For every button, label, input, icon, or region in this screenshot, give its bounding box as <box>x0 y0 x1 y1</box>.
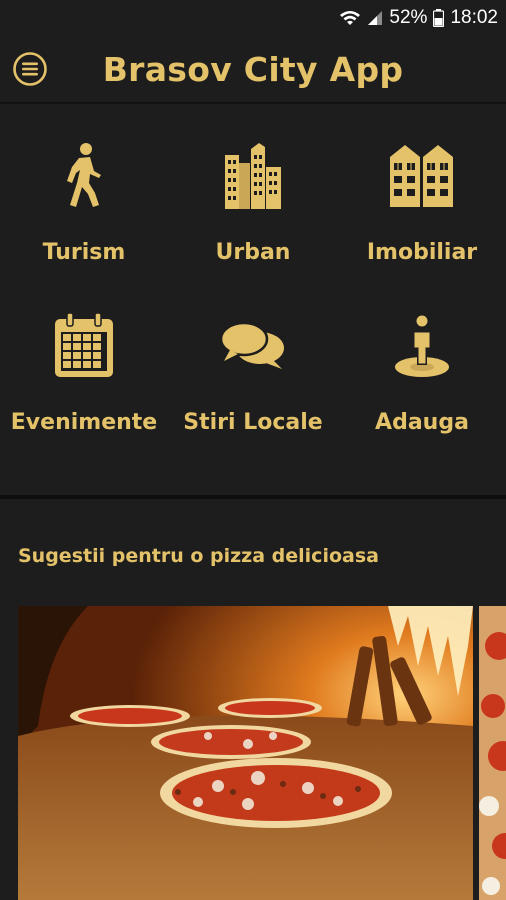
chat-bubbles-icon <box>169 321 337 371</box>
pizza-suggestion-card-2[interactable] <box>479 606 506 900</box>
status-bar: 52% 18:02 <box>0 0 506 36</box>
category-label: Imobiliar <box>366 240 478 265</box>
wifi-icon <box>339 10 361 26</box>
category-imobiliar[interactable]: Imobiliar <box>338 103 506 271</box>
category-label: Stiri Locale <box>183 410 323 435</box>
calendar-icon <box>0 313 168 379</box>
walking-person-icon <box>0 143 168 209</box>
category-grid: Turism Urban Imobiliar Evenimente Stiri … <box>0 103 506 495</box>
pizza-suggestion-card[interactable] <box>18 606 473 900</box>
app-bar: Brasov City App <box>0 36 506 104</box>
category-adauga[interactable]: Adauga <box>338 273 506 441</box>
apartment-buildings-icon <box>338 143 506 209</box>
app-title: Brasov City App <box>102 50 404 89</box>
clock: 18:02 <box>450 7 498 28</box>
category-label: Adauga <box>375 410 469 435</box>
category-label: Evenimente <box>10 410 158 435</box>
city-buildings-icon <box>169 143 337 209</box>
battery-percent: 52% <box>389 7 428 28</box>
category-label: Urban <box>215 240 291 265</box>
category-stiri-locale[interactable]: Stiri Locale <box>169 273 337 441</box>
category-urban[interactable]: Urban <box>169 103 337 271</box>
category-evenimente[interactable]: Evenimente <box>0 273 168 441</box>
section-divider <box>0 495 506 499</box>
person-location-icon <box>338 313 506 379</box>
suggestions-title: Sugestii pentru o pizza delicioasa <box>18 545 379 567</box>
pizza-image-2 <box>479 606 506 900</box>
signal-icon <box>367 10 383 26</box>
category-turism[interactable]: Turism <box>0 103 168 271</box>
pizza-oven-image <box>18 606 473 900</box>
battery-icon <box>433 9 445 27</box>
category-label: Turism <box>42 240 126 265</box>
